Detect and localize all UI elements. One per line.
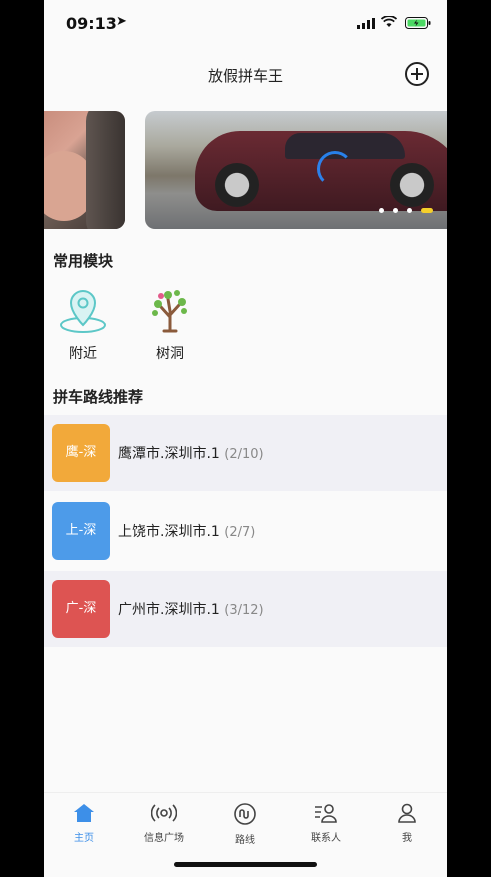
route-badge: 上-深	[52, 502, 110, 560]
banner-slide-prev[interactable]	[44, 111, 125, 229]
page-title: 放假拼车王	[207, 67, 283, 85]
module-nearby[interactable]: 附近	[53, 287, 113, 363]
tab-label: 我	[402, 833, 412, 844]
tab-label: 信息广场	[144, 833, 184, 844]
route-text: 鹰潭市.深圳市.1 (2/10)	[118, 443, 264, 463]
home-indicator[interactable]	[174, 862, 317, 867]
signal-icon	[357, 18, 375, 29]
module-label: 附近	[69, 346, 97, 362]
route-count: (2/10)	[224, 447, 264, 462]
route-badge: 广-深	[52, 580, 110, 638]
add-circle-icon[interactable]	[405, 62, 429, 86]
status-bar: 09:13 ➤	[44, 0, 447, 46]
wifi-icon	[381, 16, 397, 27]
routes-title: 拼车路线推荐	[53, 388, 144, 406]
module-treehole[interactable]: 树洞	[140, 287, 200, 363]
tree-icon	[152, 290, 187, 333]
tab-info-square[interactable]: 信息广场	[134, 803, 194, 844]
battery-icon	[405, 17, 431, 29]
tab-me[interactable]: 我	[377, 803, 437, 844]
tab-contacts[interactable]: 联系人	[296, 803, 356, 844]
route-count: (3/12)	[224, 603, 264, 618]
route-item[interactable]: 鹰-深 鹰潭市.深圳市.1 (2/10)	[44, 415, 447, 491]
route-item[interactable]: 广-深 广州市.深圳市.1 (3/12)	[44, 571, 447, 647]
modules-title: 常用模块	[53, 252, 114, 270]
route-text: 广州市.深圳市.1 (3/12)	[118, 599, 264, 619]
tab-home[interactable]: 主页	[54, 803, 114, 844]
route-icon	[234, 803, 256, 825]
home-icon	[74, 804, 94, 822]
nav-bar: 放假拼车王	[44, 52, 447, 96]
module-label: 树洞	[156, 346, 184, 362]
user-icon	[398, 803, 416, 823]
route-name: 广州市.深圳市.1	[118, 602, 220, 618]
car-wheel-front	[215, 163, 259, 207]
route-item[interactable]: 上-深 上饶市.深圳市.1 (2/7)	[44, 493, 447, 569]
contacts-icon	[315, 804, 337, 823]
location-arrow-icon: ➤	[116, 14, 127, 29]
banner-image-seat	[86, 111, 125, 229]
app-screen: 09:13 ➤ 放假拼车王 常用模块 附近 树洞 拼车路线推荐 鹰-深 鹰潭市.…	[44, 0, 447, 877]
tab-label: 主页	[74, 833, 94, 844]
route-badge: 鹰-深	[52, 424, 110, 482]
banner-slide-current[interactable]	[145, 111, 447, 229]
tab-label: 联系人	[311, 833, 341, 844]
route-name: 鹰潭市.深圳市.1	[118, 446, 220, 462]
banner-dot[interactable]	[406, 208, 412, 213]
banner-dot[interactable]	[392, 208, 398, 213]
tab-routes[interactable]: 路线	[215, 803, 275, 846]
loading-spinner-icon	[317, 151, 353, 187]
tab-bar: 主页 信息广场 路线 联系人 我	[44, 792, 447, 853]
route-text: 上饶市.深圳市.1 (2/7)	[118, 521, 255, 541]
route-name: 上饶市.深圳市.1	[118, 524, 220, 540]
banner-dot-active[interactable]	[421, 208, 433, 213]
route-count: (2/7)	[224, 525, 256, 540]
banner-page-indicator[interactable]	[375, 200, 433, 219]
banner-dot[interactable]	[378, 208, 384, 213]
map-pin-icon	[60, 289, 106, 333]
tab-label: 路线	[235, 835, 255, 846]
broadcast-icon	[150, 804, 178, 822]
status-time: 09:13	[66, 14, 117, 33]
